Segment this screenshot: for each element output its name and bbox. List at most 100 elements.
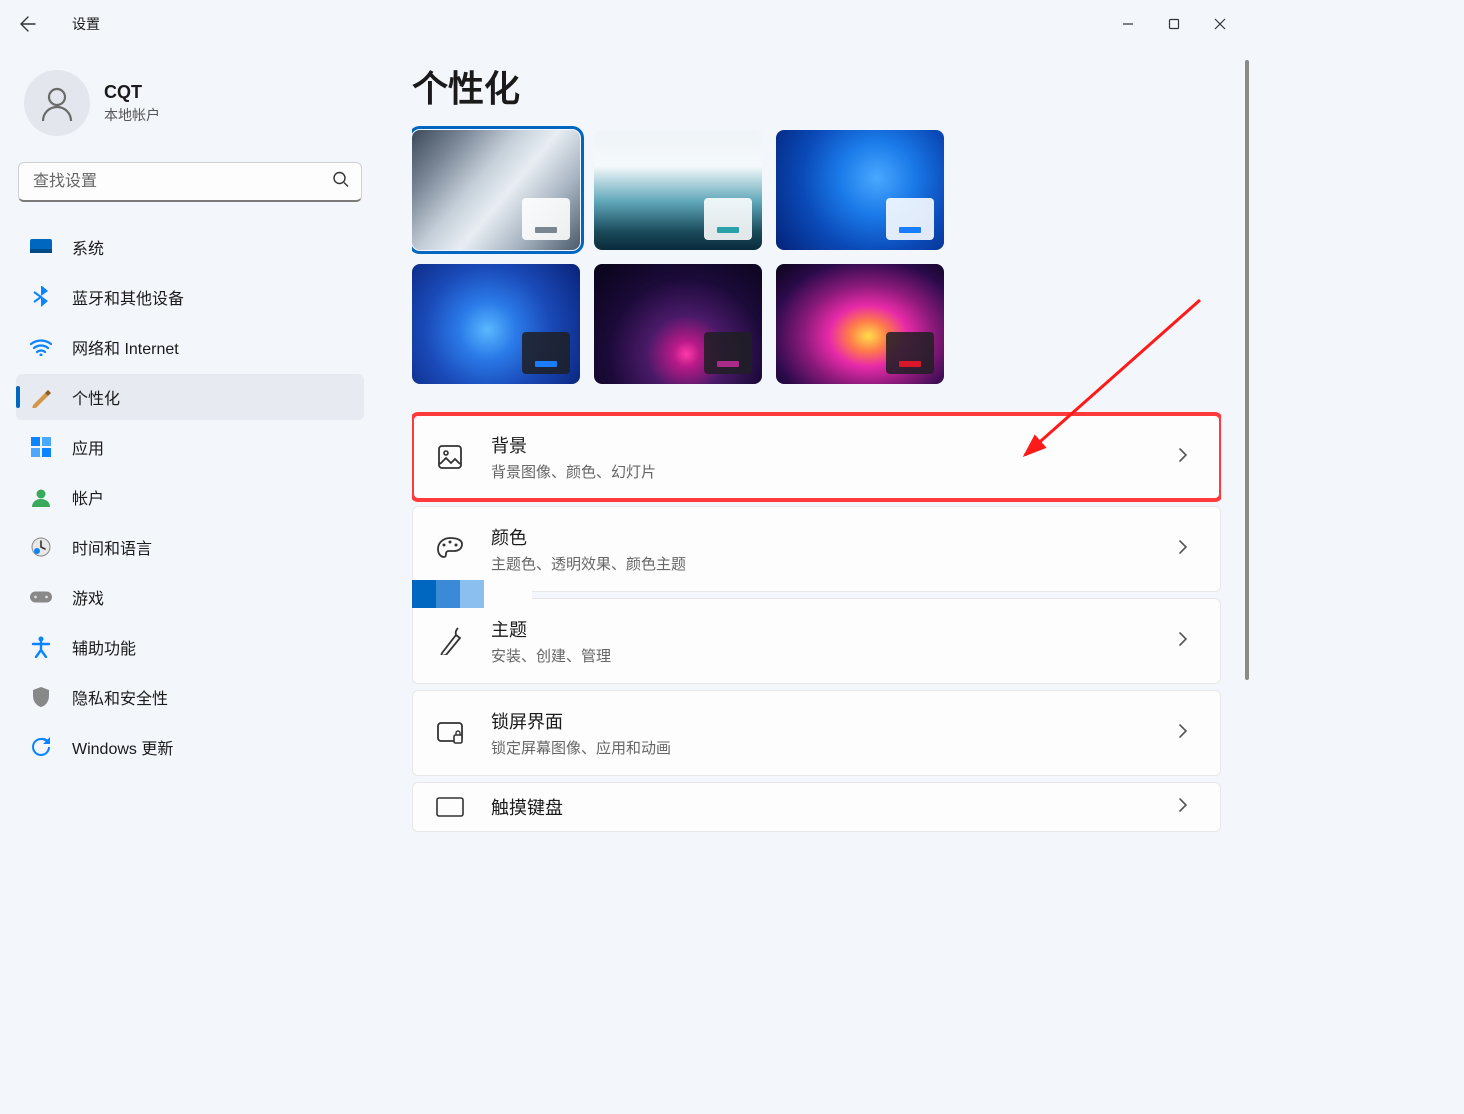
update-icon xyxy=(30,736,52,758)
titlebar: 设置 xyxy=(0,0,1251,48)
nav-label: 个性化 xyxy=(72,385,120,409)
theme-mini-preview xyxy=(522,332,570,374)
privacy-icon xyxy=(30,686,52,708)
bluetooth-icon xyxy=(30,286,52,308)
avatar xyxy=(24,70,90,136)
maximize-button[interactable] xyxy=(1151,8,1197,40)
nav-label: 蓝牙和其他设备 xyxy=(72,285,184,309)
theme-preview-3[interactable] xyxy=(412,264,580,384)
chevron-right-icon xyxy=(1178,797,1198,818)
item-subtitle: 主题色、透明效果、颜色主题 xyxy=(491,553,1152,574)
nav-label: 时间和语言 xyxy=(72,535,152,559)
search-box xyxy=(18,162,362,202)
item-subtitle: 锁定屏幕图像、应用和动画 xyxy=(491,737,1152,758)
item-subtitle: 背景图像、颜色、幻灯片 xyxy=(491,461,1152,482)
lockscreen-icon xyxy=(435,718,465,748)
arrow-left-icon xyxy=(20,16,36,32)
theme-mini-preview xyxy=(886,332,934,374)
profile-name: CQT xyxy=(104,82,160,103)
theme-mini-preview xyxy=(886,198,934,240)
chevron-right-icon xyxy=(1178,539,1198,560)
settings-list: 背景背景图像、颜色、幻灯片颜色主题色、透明效果、颜色主题主题安装、创建、管理锁屏… xyxy=(412,414,1221,832)
nav-label: 隐私和安全性 xyxy=(72,685,168,709)
colors-icon xyxy=(435,534,465,564)
profile-block[interactable]: CQT 本地帐户 xyxy=(16,60,364,156)
theme-mini-preview xyxy=(704,198,752,240)
nav-label: 应用 xyxy=(72,435,104,459)
close-icon xyxy=(1214,18,1226,30)
nav-item-update[interactable]: Windows 更新 xyxy=(16,724,364,770)
themes-icon xyxy=(435,626,465,656)
theme-preview-4[interactable] xyxy=(594,264,762,384)
nav-item-privacy[interactable]: 隐私和安全性 xyxy=(16,674,364,720)
item-text: 触摸键盘 xyxy=(491,794,1152,820)
item-title: 背景 xyxy=(491,432,1152,458)
page-title: 个性化 xyxy=(412,60,1221,112)
system-icon xyxy=(30,236,52,258)
settings-item-background[interactable]: 背景背景图像、颜色、幻灯片 xyxy=(412,414,1221,500)
close-button[interactable] xyxy=(1197,8,1243,40)
maximize-icon xyxy=(1168,18,1180,30)
minimize-icon xyxy=(1122,18,1134,30)
nav-item-accessibility[interactable]: 辅助功能 xyxy=(16,624,364,670)
item-subtitle: 安装、创建、管理 xyxy=(491,645,1152,666)
nav-item-bluetooth[interactable]: 蓝牙和其他设备 xyxy=(16,274,364,320)
theme-preview-1[interactable] xyxy=(594,130,762,250)
accessibility-icon xyxy=(30,636,52,658)
nav-label: 网络和 Internet xyxy=(72,335,179,359)
item-text: 主题安装、创建、管理 xyxy=(491,616,1152,666)
touchkbd-icon xyxy=(435,792,465,822)
nav-item-gaming[interactable]: 游戏 xyxy=(16,574,364,620)
nav-item-time[interactable]: 时间和语言 xyxy=(16,524,364,570)
profile-subtitle: 本地帐户 xyxy=(104,105,160,125)
search-input[interactable] xyxy=(18,162,362,202)
artifact-block xyxy=(412,580,532,608)
theme-preview-5[interactable] xyxy=(776,264,944,384)
person-icon xyxy=(37,83,77,123)
theme-preview-2[interactable] xyxy=(776,130,944,250)
chevron-right-icon xyxy=(1178,631,1198,652)
nav-label: Windows 更新 xyxy=(72,735,173,759)
nav-item-network[interactable]: 网络和 Internet xyxy=(16,324,364,370)
nav-label: 游戏 xyxy=(72,585,104,609)
nav-label: 辅助功能 xyxy=(72,635,136,659)
settings-item-lockscreen[interactable]: 锁屏界面锁定屏幕图像、应用和动画 xyxy=(412,690,1221,776)
network-icon xyxy=(30,336,52,358)
settings-item-touchkbd[interactable]: 触摸键盘 xyxy=(412,782,1221,832)
personalize-icon xyxy=(30,386,52,408)
accounts-icon xyxy=(30,486,52,508)
item-title: 触摸键盘 xyxy=(491,794,1152,820)
sidebar: CQT 本地帐户 系统蓝牙和其他设备网络和 Internet 个性化应用帐户时间和… xyxy=(0,60,380,770)
apps-icon xyxy=(30,436,52,458)
window-title: 设置 xyxy=(72,14,100,34)
nav-label: 系统 xyxy=(72,235,104,259)
nav-item-apps[interactable]: 应用 xyxy=(16,424,364,470)
nav-item-accounts[interactable]: 帐户 xyxy=(16,474,364,520)
nav-item-personalize[interactable]: 个性化 xyxy=(16,374,364,420)
nav-list: 系统蓝牙和其他设备网络和 Internet 个性化应用帐户时间和语言游戏辅助功能隐… xyxy=(16,224,364,770)
nav-item-system[interactable]: 系统 xyxy=(16,224,364,270)
settings-item-themes[interactable]: 主题安装、创建、管理 xyxy=(412,598,1221,684)
scrollbar-thumb[interactable] xyxy=(1245,60,1249,680)
chevron-right-icon xyxy=(1178,447,1198,468)
theme-mini-preview xyxy=(522,198,570,240)
chevron-right-icon xyxy=(1178,723,1198,744)
item-title: 颜色 xyxy=(491,524,1152,550)
settings-item-colors[interactable]: 颜色主题色、透明效果、颜色主题 xyxy=(412,506,1221,592)
theme-grid xyxy=(412,130,972,384)
window-controls xyxy=(1105,8,1243,40)
search-icon xyxy=(332,171,350,194)
theme-preview-0[interactable] xyxy=(412,130,580,250)
item-text: 颜色主题色、透明效果、颜色主题 xyxy=(491,524,1152,574)
item-title: 锁屏界面 xyxy=(491,708,1152,734)
item-text: 背景背景图像、颜色、幻灯片 xyxy=(491,432,1152,482)
background-icon xyxy=(435,442,465,472)
item-text: 锁屏界面锁定屏幕图像、应用和动画 xyxy=(491,708,1152,758)
nav-label: 帐户 xyxy=(72,485,104,509)
scrollbar[interactable] xyxy=(1243,60,1249,938)
item-title: 主题 xyxy=(491,616,1152,642)
main-content: 个性化 背景背景图像、颜色、幻灯片颜色主题色、透明效果、颜色主题主题安装、创建、… xyxy=(412,60,1221,948)
minimize-button[interactable] xyxy=(1105,8,1151,40)
back-button[interactable] xyxy=(8,4,48,44)
time-icon xyxy=(30,536,52,558)
